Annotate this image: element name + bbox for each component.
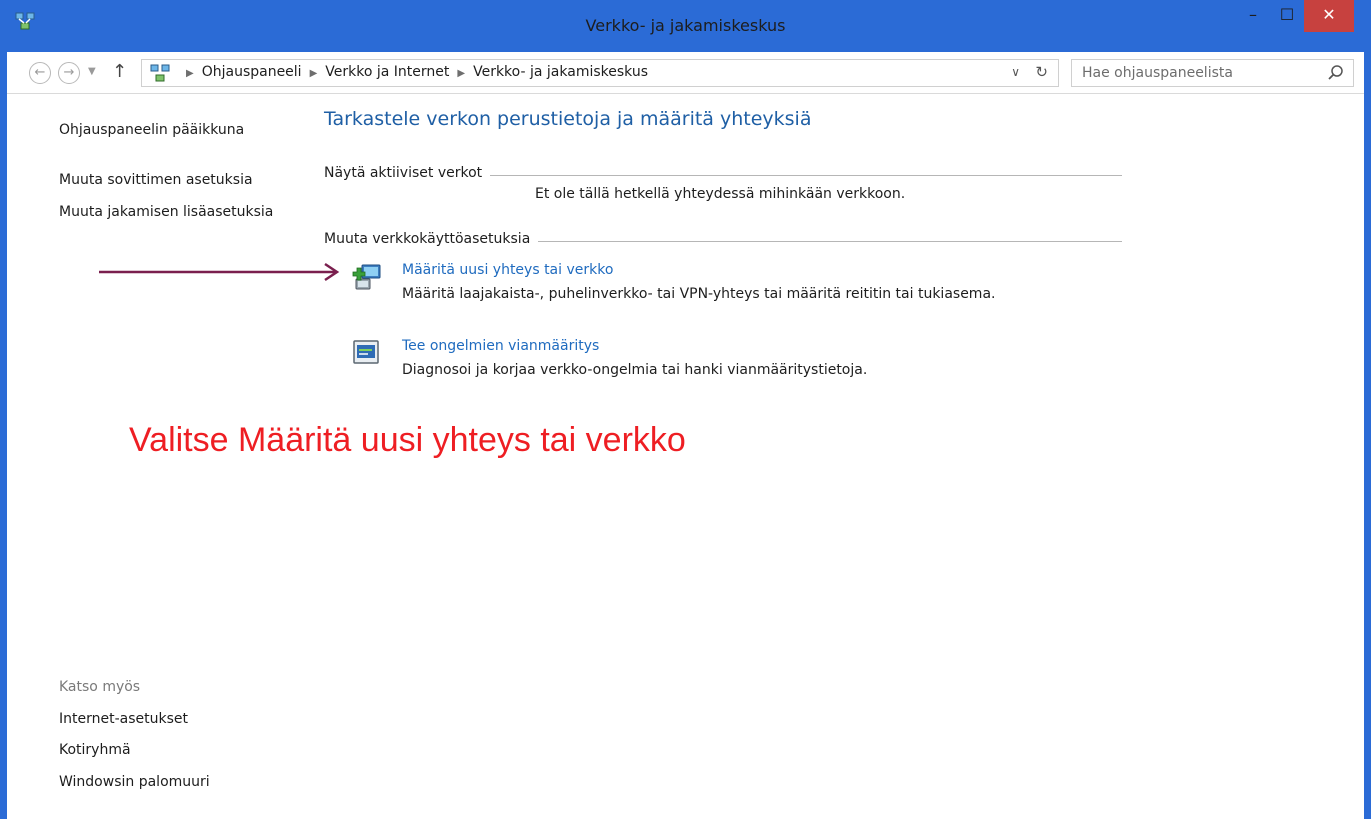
troubleshoot-icon[interactable]: [350, 338, 386, 370]
breadcrumb-separator-icon[interactable]: ▶: [457, 68, 465, 79]
change-settings-section: Muuta verkkokäyttöasetuksia: [324, 231, 1122, 251]
search-input[interactable]: Hae ohjauspaneelista: [1071, 59, 1354, 87]
breadcrumb-item-verkko-ja-internet[interactable]: Verkko ja Internet: [325, 64, 449, 80]
address-dropdown-icon[interactable]: ∨: [1011, 65, 1020, 79]
see-also-heading: Katso myös: [59, 679, 141, 695]
control-panel-window: Verkko- ja jakamiskeskus – ☐ ✕ ← → ▼ ↑ ▶…: [0, 0, 1371, 819]
search-placeholder: Hae ohjauspaneelista: [1082, 65, 1233, 81]
link-homegroup[interactable]: Kotiryhmä: [59, 742, 131, 758]
page-title: Tarkastele verkon perustietoja ja määrit…: [324, 108, 812, 130]
control-panel-icon: [150, 64, 170, 82]
link-setup-new-connection[interactable]: Määritä uusi yhteys tai verkko: [402, 262, 613, 278]
forward-button[interactable]: →: [58, 62, 80, 84]
recent-locations-dropdown[interactable]: ▼: [88, 66, 96, 77]
change-settings-label: Muuta verkkokäyttöasetuksia: [324, 231, 539, 247]
task-description: Määritä laajakaista-, puhelinverkko- tai…: [402, 286, 996, 302]
link-internet-options[interactable]: Internet-asetukset: [59, 711, 188, 727]
breadcrumb-item-ohjauspaneeli[interactable]: Ohjauspaneeli: [202, 64, 302, 80]
close-button[interactable]: ✕: [1304, 0, 1354, 32]
address-field[interactable]: ▶ Ohjauspaneeli ▶ Verkko ja Internet ▶ Verkko…: [141, 59, 1059, 87]
link-change-adapter-settings[interactable]: Muuta sovittimen asetuksia: [59, 172, 253, 188]
breadcrumb-item-verkko-ja-jakamiskeskus[interactable]: Verkko- ja jakamiskeskus: [473, 64, 648, 80]
link-control-panel-home[interactable]: Ohjauspaneelin pääikkuna: [59, 122, 244, 138]
back-button[interactable]: ←: [29, 62, 51, 84]
breadcrumb-separator-icon[interactable]: ▶: [310, 68, 318, 79]
link-troubleshoot[interactable]: Tee ongelmien vianmääritys: [402, 338, 599, 354]
annotation-text: Valitse Määritä uusi yhteys tai verkko: [129, 421, 686, 459]
no-network-notice: Et ole tällä hetkellä yhteydessä mihinkä…: [535, 186, 906, 202]
breadcrumb: ▶ Ohjauspaneeli ▶ Verkko ja Internet ▶ Verkko…: [178, 64, 648, 80]
up-button[interactable]: ↑: [112, 61, 127, 82]
active-networks-label: Näytä aktiiviset verkot: [324, 165, 491, 181]
maximize-button[interactable]: ☐: [1270, 0, 1304, 32]
annotation-arrow-icon: [99, 262, 340, 282]
link-windows-firewall[interactable]: Windowsin palomuuri: [59, 774, 210, 790]
search-icon[interactable]: [1327, 64, 1345, 82]
address-bar: ← → ▼ ↑ ▶ Ohjauspaneeli ▶ Verkko ja Interne…: [7, 52, 1364, 94]
minimize-button[interactable]: –: [1236, 0, 1270, 32]
active-networks-section: Näytä aktiiviset verkot: [324, 165, 1122, 185]
link-advanced-sharing-settings[interactable]: Muuta jakamisen lisäasetuksia: [59, 204, 273, 220]
new-connection-icon[interactable]: [350, 262, 386, 294]
task-description: Diagnosoi ja korjaa verkko-ongelmia tai …: [402, 362, 868, 378]
window-title: Verkko- ja jakamiskeskus: [585, 16, 786, 35]
breadcrumb-separator-icon[interactable]: ▶: [186, 68, 194, 79]
refresh-icon[interactable]: ↻: [1035, 63, 1048, 81]
title-bar: Verkko- ja jakamiskeskus – ☐ ✕: [0, 0, 1371, 52]
